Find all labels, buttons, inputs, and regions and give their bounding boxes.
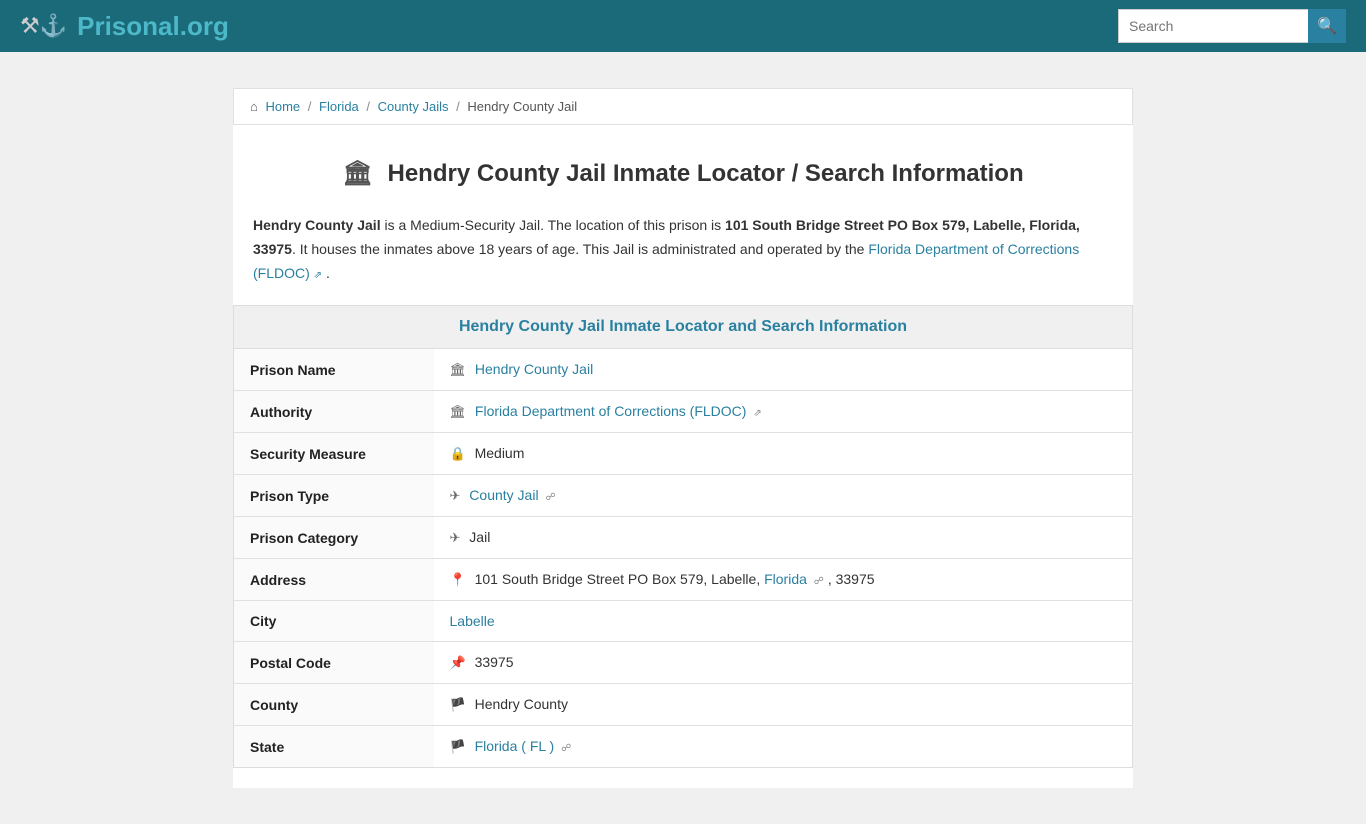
security-value: Medium [475, 445, 525, 461]
prison-icon: 🏛 [342, 160, 372, 187]
prison-name-bold: Hendry County Jail [253, 217, 381, 233]
breadcrumb-sep-2: / [366, 99, 370, 114]
row-label: Authority [234, 391, 434, 433]
site-header: ⚒⚓ Prisonal.org 🔍 [0, 0, 1366, 52]
info-section-header: Hendry County Jail Inmate Locator and Se… [233, 305, 1133, 349]
prison-name-link[interactable]: Hendry County Jail [475, 361, 593, 377]
address-value: 101 South Bridge Street PO Box 579, Labe… [475, 571, 765, 587]
authority-table-link[interactable]: Florida Department of Corrections (FLDOC… [475, 403, 747, 419]
table-row: County 🏴 Hendry County [234, 684, 1133, 726]
category-icon: ✈ [450, 530, 461, 545]
row-value: 🏛 Hendry County Jail [434, 349, 1133, 391]
table-row: City Labelle [234, 601, 1133, 642]
breadcrumb: ⌂ Home / Florida / County Jails / Hendry… [233, 88, 1133, 125]
location-icon: ✈ [450, 488, 461, 503]
breadcrumb-sep-3: / [456, 99, 460, 114]
description: Hendry County Jail is a Medium-Security … [233, 198, 1133, 305]
state-flag-icon: 🏴 [450, 739, 466, 754]
search-input[interactable] [1118, 9, 1308, 43]
prison-type-link[interactable]: County Jail [469, 487, 538, 503]
breadcrumb-home[interactable]: Home [265, 99, 300, 114]
row-value: 📌 33975 [434, 642, 1133, 684]
zip-value: , 33975 [828, 571, 875, 587]
search-area: 🔍 [1118, 9, 1346, 43]
table-row: Prison Name 🏛 Hendry County Jail [234, 349, 1133, 391]
row-label: Prison Name [234, 349, 434, 391]
row-label: Prison Category [234, 517, 434, 559]
lock-icon: 🔒 [450, 446, 466, 461]
table-row: Security Measure 🔒 Medium [234, 433, 1133, 475]
logo-area: ⚒⚓ Prisonal.org [20, 11, 229, 42]
category-value: Jail [469, 529, 490, 545]
home-icon: ⌂ [250, 99, 258, 114]
row-value: ✈ Jail [434, 517, 1133, 559]
building-icon: 🏛 [450, 362, 467, 377]
row-value: Labelle [434, 601, 1133, 642]
pin-icon: 📍 [450, 572, 466, 587]
state-value-link[interactable]: Florida ( FL ) [475, 738, 555, 754]
row-value: ✈ County Jail ☍ [434, 475, 1133, 517]
row-label: Security Measure [234, 433, 434, 475]
table-row: State 🏴 Florida ( FL ) ☍ [234, 726, 1133, 768]
row-label: Prison Type [234, 475, 434, 517]
row-label: Postal Code [234, 642, 434, 684]
row-value: 🏴 Hendry County [434, 684, 1133, 726]
postal-icon: 📌 [450, 655, 466, 670]
breadcrumb-sep-1: / [308, 99, 312, 114]
state-link[interactable]: Florida [764, 571, 807, 587]
info-table: Prison Name 🏛 Hendry County Jail Authori… [233, 349, 1133, 768]
breadcrumb-county-jails[interactable]: County Jails [378, 99, 449, 114]
search-button[interactable]: 🔍 [1308, 9, 1346, 43]
logo-primary: Prisonal [77, 11, 180, 41]
row-value: 🔒 Medium [434, 433, 1133, 475]
page-title-section: 🏛 Hendry County Jail Inmate Locator / Se… [233, 135, 1133, 198]
ext-link-icon: ⇗ [753, 408, 761, 419]
table-row: Prison Type ✈ County Jail ☍ [234, 475, 1133, 517]
postal-value: 33975 [475, 654, 514, 670]
row-label: City [234, 601, 434, 642]
link-icon-state: ☍ [561, 743, 571, 754]
breadcrumb-florida[interactable]: Florida [319, 99, 359, 114]
row-value: 🏴 Florida ( FL ) ☍ [434, 726, 1133, 768]
logo-tld: .org [180, 11, 229, 41]
row-value: 🏛 Florida Department of Corrections (FLD… [434, 391, 1133, 433]
breadcrumb-current: Hendry County Jail [467, 99, 577, 114]
logo-icon: ⚒⚓ [20, 13, 67, 39]
city-link[interactable]: Labelle [450, 613, 495, 629]
table-row: Postal Code 📌 33975 [234, 642, 1133, 684]
site-logo[interactable]: Prisonal.org [77, 11, 229, 42]
page-title: 🏛 Hendry County Jail Inmate Locator / Se… [253, 159, 1113, 188]
table-row: Prison Category ✈ Jail [234, 517, 1133, 559]
search-icon: 🔍 [1317, 16, 1337, 36]
info-section: Hendry County Jail Inmate Locator and Se… [233, 305, 1133, 788]
row-label: State [234, 726, 434, 768]
link-icon: ☍ [545, 492, 555, 503]
row-label: Address [234, 559, 434, 601]
flag-icon: 🏴 [450, 697, 466, 712]
county-value: Hendry County [475, 696, 568, 712]
authority-icon: 🏛 [450, 404, 467, 419]
row-value: 📍 101 South Bridge Street PO Box 579, La… [434, 559, 1133, 601]
ext-link-icon: ⇗ [314, 270, 322, 281]
row-label: County [234, 684, 434, 726]
table-row: Authority 🏛 Florida Department of Correc… [234, 391, 1133, 433]
table-row: Address 📍 101 South Bridge Street PO Box… [234, 559, 1133, 601]
link-icon-addr: ☍ [814, 576, 824, 587]
